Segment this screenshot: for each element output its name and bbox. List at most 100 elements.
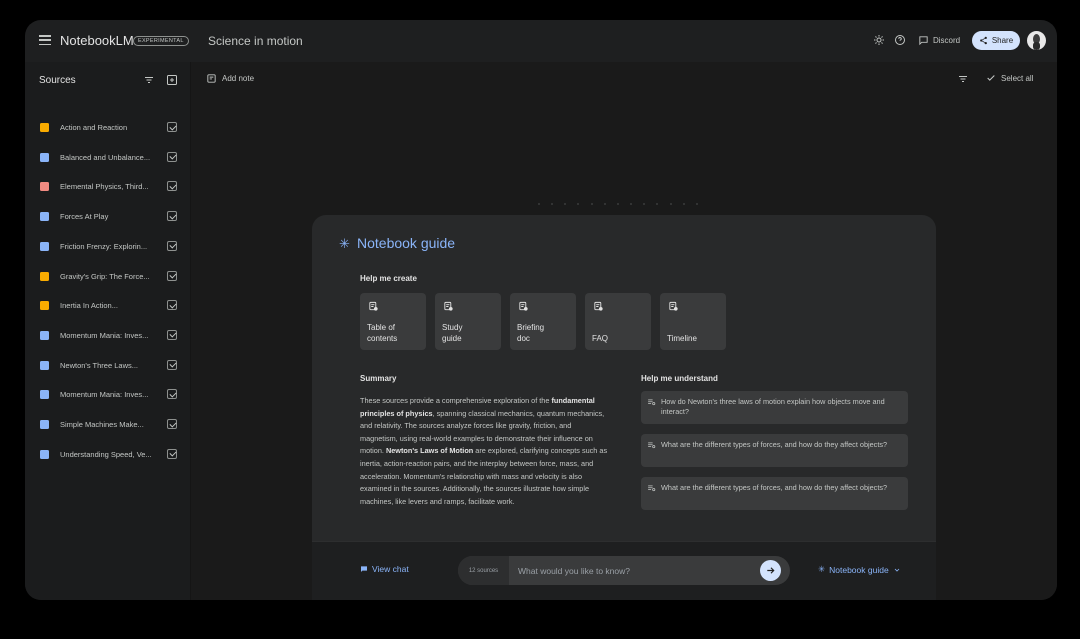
- note-add-icon: [594, 301, 603, 311]
- filter-icon[interactable]: [143, 74, 155, 86]
- source-checkbox[interactable]: [167, 122, 177, 132]
- document-icon: [40, 330, 49, 340]
- suggested-question[interactable]: What are the different types of forces, …: [641, 477, 908, 510]
- arrow-right-icon: [767, 567, 775, 574]
- source-item[interactable]: Elemental Physics, Third...: [25, 176, 191, 198]
- add-note-button[interactable]: Add note: [206, 73, 254, 84]
- source-checkbox[interactable]: [167, 240, 177, 251]
- app-brand: NotebookLM: [60, 33, 134, 48]
- source-label: Gravity's Grip: The Force...: [60, 271, 150, 281]
- document-icon: [40, 360, 49, 370]
- source-item[interactable]: Action and Reaction: [25, 117, 191, 139]
- summary-bold: Newton's Laws of Motion: [385, 446, 474, 456]
- source-item[interactable]: Momentum Mania: Inves...: [25, 325, 191, 347]
- theme-toggle-icon[interactable]: [873, 34, 885, 46]
- help-understand-label: Help me understand: [641, 374, 718, 383]
- create-card-label: FAQ: [592, 334, 609, 343]
- source-checkbox[interactable]: [167, 448, 177, 459]
- discord-button[interactable]: Discord: [913, 32, 965, 49]
- source-item[interactable]: Understanding Speed, Ve...: [25, 444, 191, 466]
- hamburger-menu-icon[interactable]: [39, 35, 51, 45]
- sparkle-small-icon: ✳: [818, 564, 826, 574]
- question-text: How do Newton's three laws of motion exp…: [661, 397, 885, 416]
- document-icon: [40, 301, 49, 311]
- document-icon: [40, 390, 49, 400]
- source-item[interactable]: Inertia In Action...: [25, 295, 191, 317]
- source-label: Momentum Mania: Inves...: [60, 330, 149, 340]
- source-checkbox[interactable]: [167, 151, 177, 162]
- source-item[interactable]: Balanced and Unbalance...: [25, 147, 191, 169]
- chat-bottom-bar: View chat 12 sources ✳ Notebook guide: [312, 541, 936, 600]
- source-item[interactable]: Momentum Mania: Inves...: [25, 384, 191, 406]
- source-count-badge[interactable]: 12 sources: [458, 556, 509, 585]
- briefing-doc-card[interactable]: Briefing doc: [510, 293, 576, 350]
- top-bar: NotebookLM EXPERIMENTAL Science in motio…: [25, 20, 1057, 62]
- source-label: Newton's Three Laws...: [60, 360, 138, 370]
- source-checkbox[interactable]: [167, 181, 177, 192]
- experimental-badge: EXPERIMENTAL: [133, 36, 189, 46]
- source-checkbox[interactable]: [167, 389, 177, 400]
- view-chat-button[interactable]: View chat: [360, 564, 409, 574]
- document-icon: [40, 212, 49, 222]
- sources-sidebar: Sources Action and Reaction Balanced and …: [25, 62, 191, 600]
- select-all-button[interactable]: Select all: [986, 73, 1033, 83]
- add-note-label: Add note: [222, 74, 255, 83]
- document-icon: [40, 420, 49, 429]
- note-icon: [207, 74, 216, 83]
- source-checkbox[interactable]: [167, 270, 177, 281]
- source-label: Balanced and Unbalance...: [60, 152, 151, 162]
- question-list-icon: [648, 399, 656, 406]
- faq-card[interactable]: FAQ: [585, 293, 651, 350]
- notes-filter-icon[interactable]: [957, 73, 969, 85]
- study-guide-card[interactable]: Study guide: [435, 293, 501, 350]
- help-icon[interactable]: [894, 34, 906, 46]
- suggested-question[interactable]: What are the different types of forces, …: [641, 434, 908, 467]
- avatar-portrait-icon: [1033, 34, 1040, 50]
- source-checkbox[interactable]: [167, 300, 177, 311]
- add-source-icon[interactable]: [166, 74, 178, 86]
- create-card-label: Briefing doc: [517, 323, 545, 343]
- note-add-icon: [669, 301, 678, 311]
- share-icon: [979, 36, 987, 45]
- source-item[interactable]: Newton's Three Laws...: [25, 355, 191, 377]
- share-button[interactable]: Share: [972, 31, 1020, 50]
- checkmark-icon: [987, 75, 995, 81]
- source-checkbox[interactable]: [167, 419, 177, 429]
- select-all-label: Select all: [1001, 73, 1034, 83]
- notebook-guide-button[interactable]: ✳ Notebook guide: [818, 564, 901, 575]
- chat-input[interactable]: [509, 556, 754, 585]
- chat-icon: [361, 566, 367, 572]
- create-card-label: Timeline: [667, 334, 697, 343]
- help-create-label: Help me create: [360, 274, 417, 283]
- chevron-down-icon: [894, 568, 899, 572]
- note-add-icon: [519, 301, 528, 311]
- source-item[interactable]: Gravity's Grip: The Force...: [25, 266, 191, 288]
- chat-bubble-icon: [919, 36, 928, 46]
- source-checkbox[interactable]: [167, 329, 177, 340]
- main-panel: Add note Select all ✳ Notebook guide Hel…: [191, 62, 1057, 600]
- question-text: What are the different types of forces, …: [661, 483, 888, 492]
- create-card-label: Study guide: [442, 323, 463, 343]
- document-icon: [40, 123, 49, 132]
- user-avatar[interactable]: [1027, 31, 1046, 50]
- source-checkbox[interactable]: [167, 211, 177, 222]
- suggested-question[interactable]: How do Newton's three laws of motion exp…: [641, 391, 908, 424]
- source-item[interactable]: Simple Machines Make...: [25, 414, 191, 436]
- source-item[interactable]: Forces At Play: [25, 206, 191, 228]
- sparkle-icon: ✳: [339, 236, 350, 251]
- discord-label: Discord: [933, 36, 961, 45]
- source-label: Friction Frenzy: Explorin...: [60, 241, 148, 251]
- sources-heading: Sources: [39, 75, 76, 86]
- send-button[interactable]: [760, 560, 781, 581]
- question-list-icon: [648, 442, 656, 449]
- drag-handle-dots: [538, 203, 698, 207]
- source-checkbox[interactable]: [167, 359, 177, 370]
- table-of-contents-card[interactable]: Table of contents: [360, 293, 426, 350]
- summary-text: These sources provide a comprehensive ex…: [360, 395, 608, 508]
- view-chat-label: View chat: [372, 564, 409, 574]
- summary-label: Summary: [360, 374, 397, 383]
- timeline-card[interactable]: Timeline: [660, 293, 726, 350]
- note-add-icon: [444, 301, 453, 311]
- source-item[interactable]: Friction Frenzy: Explorin...: [25, 236, 191, 258]
- notebook-title[interactable]: Science in motion: [208, 34, 303, 48]
